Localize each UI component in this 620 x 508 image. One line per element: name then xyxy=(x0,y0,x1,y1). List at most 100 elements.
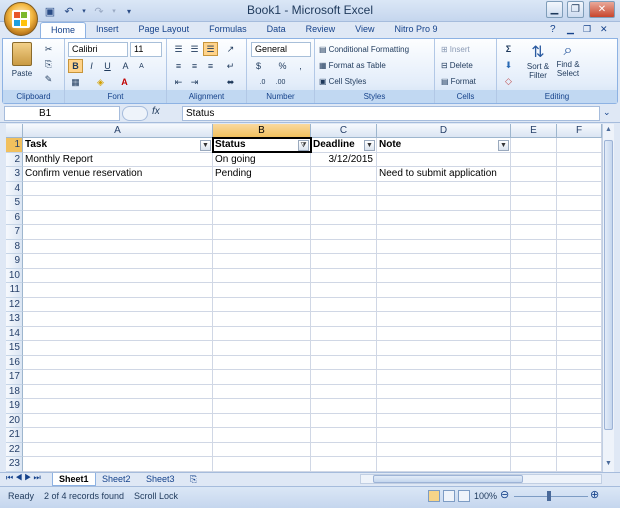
cell-e1[interactable] xyxy=(511,138,557,153)
increase-decimal-icon[interactable]: .0 xyxy=(255,75,270,89)
column-header-b[interactable]: B xyxy=(213,124,311,138)
decrease-decimal-icon[interactable]: .00 xyxy=(273,75,288,89)
cell-f1[interactable] xyxy=(557,138,602,153)
cell-b10[interactable] xyxy=(213,268,311,283)
cell-b12[interactable] xyxy=(213,297,311,312)
cell-e20[interactable] xyxy=(511,413,557,428)
cell-a16[interactable] xyxy=(23,355,213,370)
page-layout-view-icon[interactable] xyxy=(443,490,455,502)
filter-dropdown-note[interactable]: ▼ xyxy=(498,140,509,151)
cell-c2[interactable]: 3/12/2015 xyxy=(311,152,377,167)
name-box[interactable]: B1 xyxy=(4,106,120,121)
autosum-icon[interactable]: Σ xyxy=(501,42,516,56)
cell-e13[interactable] xyxy=(511,312,557,327)
filter-dropdown-deadline[interactable]: ▼ xyxy=(364,140,375,151)
cell-f10[interactable] xyxy=(557,268,602,283)
cell-f4[interactable] xyxy=(557,181,602,196)
tab-page-layout[interactable]: Page Layout xyxy=(129,22,200,38)
tab-view[interactable]: View xyxy=(345,22,384,38)
cell-a6[interactable] xyxy=(23,210,213,225)
cell-d14[interactable] xyxy=(377,326,511,341)
cell-b6[interactable] xyxy=(213,210,311,225)
row-header-10[interactable]: 10 xyxy=(6,268,23,283)
cell-e5[interactable] xyxy=(511,196,557,211)
cell-e9[interactable] xyxy=(511,254,557,269)
row-header-13[interactable]: 13 xyxy=(6,312,23,327)
row-header-20[interactable]: 20 xyxy=(6,413,23,428)
cell-c17[interactable] xyxy=(311,370,377,385)
zoom-level[interactable]: 100% xyxy=(474,491,497,501)
cell-e19[interactable] xyxy=(511,399,557,414)
cell-b11[interactable] xyxy=(213,283,311,298)
insert-button[interactable]: ⊞ Insert xyxy=(441,42,470,56)
formula-input[interactable]: Status xyxy=(182,106,600,121)
cell-f14[interactable] xyxy=(557,326,602,341)
insert-sheet-icon[interactable]: ⎘ xyxy=(184,473,203,486)
cell-f9[interactable] xyxy=(557,254,602,269)
row-header-18[interactable]: 18 xyxy=(6,384,23,399)
row-header-22[interactable]: 22 xyxy=(6,442,23,457)
cell-b19[interactable] xyxy=(213,399,311,414)
minimize-icon[interactable]: ▁ xyxy=(546,1,563,18)
cell-f8[interactable] xyxy=(557,239,602,254)
fill-color-icon[interactable]: ◈ xyxy=(93,75,108,89)
cell-b9[interactable] xyxy=(213,254,311,269)
align-bottom-icon[interactable]: ☰ xyxy=(203,42,218,56)
row-header-9[interactable]: 9 xyxy=(6,254,23,269)
tab-nitro-pro[interactable]: Nitro Pro 9 xyxy=(384,22,447,38)
cell-e8[interactable] xyxy=(511,239,557,254)
cell-f21[interactable] xyxy=(557,428,602,443)
cell-f2[interactable] xyxy=(557,152,602,167)
column-header-d[interactable]: D xyxy=(377,124,511,138)
tab-data[interactable]: Data xyxy=(257,22,296,38)
normal-view-icon[interactable] xyxy=(428,490,440,502)
cell-a17[interactable] xyxy=(23,370,213,385)
tab-formulas[interactable]: Formulas xyxy=(199,22,257,38)
cell-c18[interactable] xyxy=(311,384,377,399)
vertical-scrollbar[interactable]: ▲ ▼ xyxy=(602,124,614,472)
row-header-15[interactable]: 15 xyxy=(6,341,23,356)
cell-a3[interactable]: Confirm venue reservation xyxy=(23,167,213,182)
help-icon[interactable]: ? xyxy=(550,24,556,35)
tab-review[interactable]: Review xyxy=(296,22,346,38)
cut-icon[interactable]: ✂ xyxy=(41,42,56,56)
cell-b3[interactable]: Pending xyxy=(213,167,311,182)
cell-f15[interactable] xyxy=(557,341,602,356)
cell-f13[interactable] xyxy=(557,312,602,327)
grow-font-icon[interactable]: A xyxy=(118,59,133,73)
cell-a11[interactable] xyxy=(23,283,213,298)
row-header-17[interactable]: 17 xyxy=(6,370,23,385)
orientation-icon[interactable]: ↗ xyxy=(223,42,238,56)
row-header-16[interactable]: 16 xyxy=(6,355,23,370)
format-as-table-button[interactable]: ▦ Format as Table xyxy=(319,58,386,72)
cell-f11[interactable] xyxy=(557,283,602,298)
shrink-font-icon[interactable]: A xyxy=(134,59,149,73)
align-left-icon[interactable]: ≡ xyxy=(171,59,186,73)
page-break-view-icon[interactable] xyxy=(458,490,470,502)
cell-b20[interactable] xyxy=(213,413,311,428)
cell-c7[interactable] xyxy=(311,225,377,240)
tab-home[interactable]: Home xyxy=(40,22,87,38)
cell-c15[interactable] xyxy=(311,341,377,356)
cell-d8[interactable] xyxy=(377,239,511,254)
ribbon-restore-icon[interactable]: ❐ xyxy=(583,24,591,35)
cell-c20[interactable] xyxy=(311,413,377,428)
cell-d3[interactable]: Need to submit application xyxy=(377,167,511,182)
cell-f6[interactable] xyxy=(557,210,602,225)
cell-d5[interactable] xyxy=(377,196,511,211)
cell-d7[interactable] xyxy=(377,225,511,240)
comma-icon[interactable]: , xyxy=(293,59,308,73)
cell-c14[interactable] xyxy=(311,326,377,341)
cell-a4[interactable] xyxy=(23,181,213,196)
cell-f7[interactable] xyxy=(557,225,602,240)
row-header-8[interactable]: 8 xyxy=(6,239,23,254)
number-format-select[interactable]: General xyxy=(251,42,311,57)
select-all-corner[interactable] xyxy=(6,124,23,138)
zoom-out-icon[interactable]: ⊖ xyxy=(500,488,509,501)
office-button[interactable] xyxy=(4,2,38,36)
cell-b2[interactable]: On going xyxy=(213,152,311,167)
cell-a7[interactable] xyxy=(23,225,213,240)
cell-d15[interactable] xyxy=(377,341,511,356)
cell-e21[interactable] xyxy=(511,428,557,443)
cell-d21[interactable] xyxy=(377,428,511,443)
